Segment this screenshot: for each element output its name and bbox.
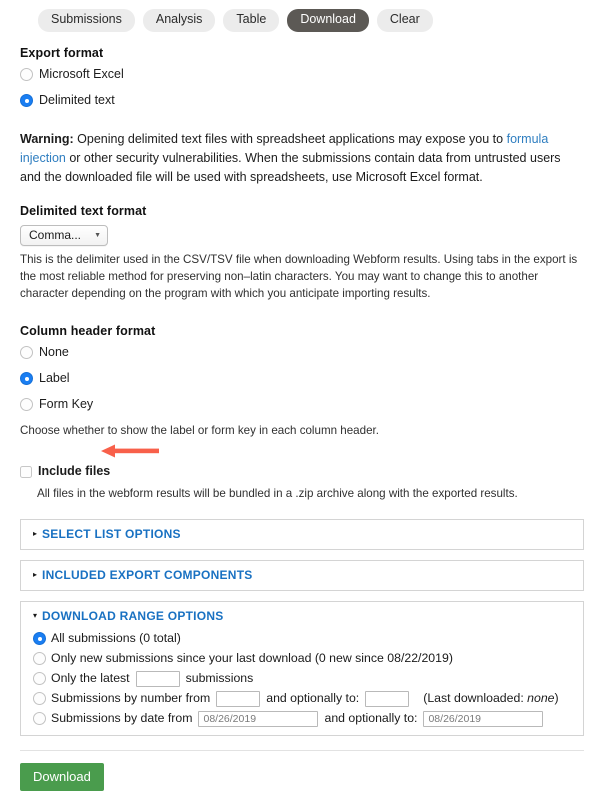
triangle-down-icon: ▾	[33, 610, 38, 620]
panel-title-download-range-options: DOWNLOAD RANGE OPTIONS	[42, 608, 224, 623]
label-latest-suffix: submissions	[185, 670, 254, 685]
radio-label-none: None	[39, 345, 69, 360]
warning-text-2: or other security vulnerabilities. When …	[20, 151, 561, 184]
label-by-number-prefix: Submissions by number from	[51, 690, 211, 705]
delimited-format-description: This is the delimiter used in the CSV/TS…	[20, 253, 578, 300]
warning-prefix: Warning:	[20, 132, 74, 146]
radio-row-none[interactable]: None	[20, 345, 584, 360]
download-range-body: All submissions (0 total) Only new submi…	[33, 631, 573, 727]
download-form: Export format Microsoft Excel Delimited …	[0, 46, 602, 791]
export-format-heading: Export format	[20, 46, 104, 60]
panel-header-select-list-options[interactable]: ▸ SELECT LIST OPTIONS	[33, 527, 573, 541]
column-header-format-description: Choose whether to show the label or form…	[20, 424, 379, 438]
panel-title-select-list-options: SELECT LIST OPTIONS	[42, 526, 181, 541]
latest-count-input[interactable]	[135, 670, 180, 687]
last-downloaded-value: none	[527, 690, 555, 705]
tab-download[interactable]: Download	[287, 9, 369, 32]
radio-form-key[interactable]	[20, 398, 33, 412]
radio-new-submissions[interactable]	[33, 652, 46, 666]
panel-header-download-range-options[interactable]: ▾ DOWNLOAD RANGE OPTIONS	[33, 609, 573, 623]
label-new-submissions: Only new submissions since your last dow…	[51, 650, 453, 665]
triangle-right-icon: ▸	[33, 569, 38, 579]
range-row-all-submissions[interactable]: All submissions (0 total)	[33, 631, 573, 647]
radio-label[interactable]	[20, 372, 33, 386]
label-by-date-prefix: Submissions by date from	[51, 710, 193, 725]
download-submit-button[interactable]: Download	[20, 762, 104, 791]
panel-download-range-options[interactable]: ▾ DOWNLOAD RANGE OPTIONS All submissions…	[20, 600, 584, 736]
by-date-to-input[interactable]	[423, 710, 544, 727]
by-number-from-input[interactable]	[216, 690, 261, 707]
warning-text-1: Opening delimited text files with spread…	[73, 132, 507, 146]
tab-clear[interactable]: Clear	[376, 9, 433, 32]
panel-select-list-options[interactable]: ▸ SELECT LIST OPTIONS	[20, 518, 584, 550]
last-downloaded-note-prefix: (Last downloaded:	[423, 690, 528, 705]
range-row-by-date[interactable]: Submissions by date from and optionally …	[33, 710, 573, 727]
radio-label-form-key: Form Key	[39, 397, 94, 412]
warning-paragraph: Warning: Opening delimited text files wi…	[20, 130, 584, 187]
tab-table[interactable]: Table	[223, 9, 280, 32]
radio-row-label[interactable]: Label	[20, 371, 584, 386]
column-header-format-heading: Column header format	[20, 324, 156, 339]
label-by-number-middle: and optionally to:	[266, 690, 360, 705]
panel-header-included-export-components[interactable]: ▸ INCLUDED EXPORT COMPONENTS	[33, 568, 573, 582]
radio-row-form-key[interactable]: Form Key	[20, 397, 584, 412]
include-files-description: All files in the webform results will be…	[37, 487, 518, 501]
delimiter-select-value: Comma...	[29, 228, 82, 242]
last-downloaded-note-end: )	[554, 690, 559, 705]
range-row-new-submissions[interactable]: Only new submissions since your last dow…	[33, 651, 573, 667]
tab-submissions[interactable]: Submissions	[38, 9, 135, 32]
checkbox-row-include-files[interactable]: Include files	[20, 464, 584, 479]
radio-latest-submissions[interactable]	[33, 672, 46, 686]
label-latest-prefix: Only the latest	[51, 670, 130, 685]
radio-by-date[interactable]	[33, 712, 46, 726]
triangle-right-icon: ▸	[33, 528, 38, 538]
panel-title-included-export-components: INCLUDED EXPORT COMPONENTS	[42, 567, 253, 582]
panel-included-export-components[interactable]: ▸ INCLUDED EXPORT COMPONENTS	[20, 559, 584, 591]
radio-by-number[interactable]	[33, 692, 46, 706]
range-row-latest-submissions[interactable]: Only the latest submissions	[33, 670, 573, 687]
radio-microsoft-excel[interactable]	[20, 68, 33, 81]
radio-none[interactable]	[20, 346, 33, 360]
radio-label-delimited-text: Delimited text	[39, 93, 115, 107]
radio-all-submissions[interactable]	[33, 632, 46, 646]
tab-analysis[interactable]: Analysis	[142, 9, 216, 32]
chevron-down-icon: ▼	[94, 231, 101, 239]
by-number-to-input[interactable]	[365, 690, 410, 707]
by-date-from-input[interactable]	[198, 710, 319, 727]
label-all-submissions: All submissions (0 total)	[51, 630, 181, 645]
radio-row-microsoft-excel[interactable]: Microsoft Excel	[20, 67, 584, 82]
label-by-date-middle: and optionally to:	[324, 710, 418, 725]
radio-row-delimited-text[interactable]: Delimited text	[20, 93, 584, 108]
include-files-label: Include files	[38, 464, 111, 479]
form-divider	[20, 749, 584, 751]
range-row-by-number[interactable]: Submissions by number from and optionall…	[33, 690, 573, 707]
last-downloaded-note: (Last downloaded: none)	[423, 691, 558, 707]
include-files-checkbox[interactable]	[20, 465, 32, 478]
delimiter-select[interactable]: Comma... ▼	[20, 225, 108, 246]
radio-label-microsoft-excel: Microsoft Excel	[39, 67, 124, 81]
tab-bar: Submissions Analysis Table Download Clea…	[0, 0, 602, 34]
radio-label-label: Label	[39, 371, 70, 386]
radio-delimited-text[interactable]	[20, 94, 33, 107]
delimited-format-heading: Delimited text format	[20, 204, 147, 218]
